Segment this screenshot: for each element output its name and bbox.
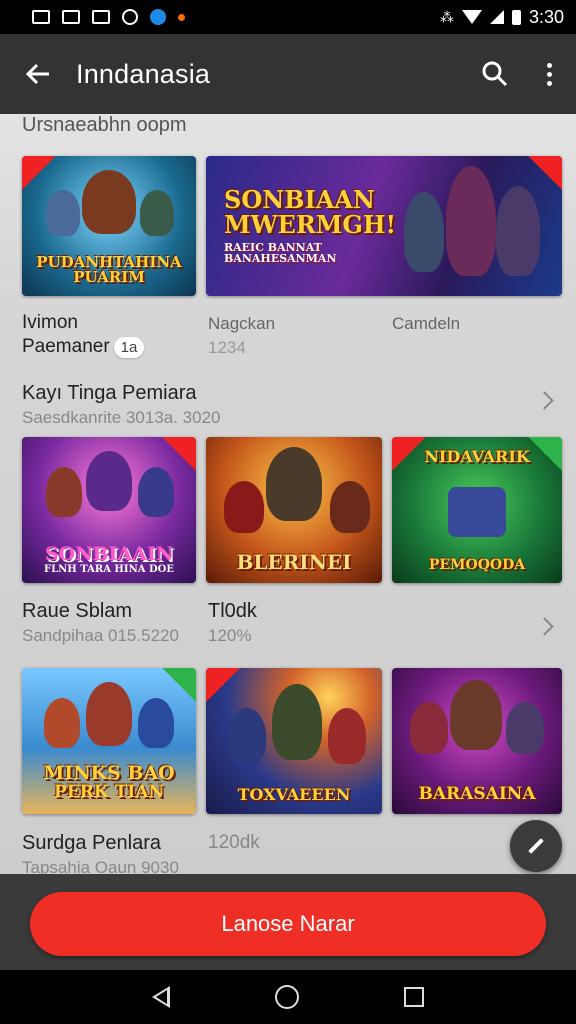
- status-bar: ⁂ 3:30: [0, 0, 576, 34]
- signal-icon: [489, 10, 504, 24]
- count-badge: 1a: [113, 337, 145, 358]
- game-tile-5[interactable]: NIDAVARIK PEMOQODA: [392, 437, 562, 583]
- more-vert-icon: [546, 62, 552, 86]
- chevron-right-icon[interactable]: [535, 391, 554, 410]
- primary-action-button[interactable]: Lanose Narar: [30, 892, 546, 956]
- sync-icon: [122, 9, 138, 25]
- game-tile-2[interactable]: SONBIAAN MWERMGH! RAEIC BANNAT BANAHESAN…: [206, 156, 562, 296]
- notification-icon: [32, 10, 50, 24]
- section-title: Kayı Tinga Pemiara: [22, 382, 197, 404]
- back-arrow-icon: [25, 63, 49, 85]
- tile-title: NIDAVARIK: [424, 447, 530, 466]
- tile-title: TOXVAEEEN: [237, 785, 351, 805]
- tile-subtitle: PERK TIAN: [54, 782, 164, 803]
- item-title: 120dk: [208, 832, 260, 853]
- tile-subtitle: FLNH TARA HINA DOE: [44, 563, 174, 575]
- item-subtitle: Sandpihaa 015.5220: [22, 626, 179, 645]
- game-tile-6[interactable]: MINKS BAO PERK TIAN: [22, 668, 196, 814]
- more-options-button[interactable]: [522, 34, 576, 114]
- game-tile-8[interactable]: BARASAINA: [392, 668, 562, 814]
- bottom-action-bar: Lanose Narar: [0, 874, 576, 970]
- game-tile-7[interactable]: TOXVAEEEN: [206, 668, 382, 814]
- pencil-icon: [528, 838, 544, 854]
- search-button[interactable]: [468, 34, 522, 114]
- page-title: Inndanasia: [76, 58, 211, 89]
- item-title: Tl0dk: [208, 600, 257, 622]
- nav-home-icon[interactable]: [274, 985, 299, 1009]
- nav-back-icon[interactable]: [152, 986, 171, 1008]
- game-tile-3[interactable]: SONBIAAIN FLNH TARA HINA DOE: [22, 437, 196, 583]
- tile-title: BLERINEI: [236, 550, 352, 574]
- edit-fab-button[interactable]: [510, 820, 562, 872]
- item-title: Nagckan: [208, 314, 276, 333]
- tile-title: PUDANHTAHINA PUARIM: [36, 252, 182, 287]
- chevron-right-icon[interactable]: [535, 617, 554, 636]
- section-subtitle: Saesdkanrite 3013a. 3020: [22, 408, 221, 427]
- back-button[interactable]: [0, 34, 76, 114]
- search-icon: [482, 61, 508, 87]
- item-title: Raue Sblam: [22, 600, 133, 622]
- game-tile-1[interactable]: PUDANHTAHINA PUARIM: [22, 156, 196, 296]
- vibrate-icon: ⁂: [439, 8, 454, 25]
- nav-recents-icon[interactable]: [403, 987, 424, 1007]
- item-subtitle: 1234: [208, 338, 246, 357]
- battery-icon: [511, 9, 521, 25]
- section-heading: Ursnaeabhn oopm: [22, 114, 187, 136]
- app-bar: Inndanasia: [0, 34, 576, 114]
- item-title: Ivimon: [22, 312, 78, 333]
- content-list[interactable]: Ursnaeabhn oopm PUDANHTAHINA PUARIM SONB…: [0, 114, 576, 874]
- wifi-icon: [461, 10, 482, 24]
- item-subtitle: 120%: [208, 626, 252, 645]
- tile-title: BARASAINA: [418, 784, 536, 805]
- system-nav-bar: [0, 970, 576, 1024]
- item-subtitle: Paemaner 1a: [22, 336, 145, 358]
- item-title: Surdga Penlara: [22, 832, 161, 854]
- item-subtitle: Tapsahia Oaun 9030: [22, 858, 179, 874]
- tile-subtitle: RAEIC BANNAT BANAHESANMAN: [224, 240, 337, 266]
- item-title: Camdeln: [392, 314, 461, 333]
- gallery-icon: [62, 10, 80, 24]
- notification-dot-icon: [178, 13, 185, 21]
- tile-title: MINKS BAO: [43, 762, 175, 785]
- messenger-icon: [150, 9, 166, 25]
- tile-title: SONBIAAN MWERMGH!: [224, 185, 397, 240]
- tile-title: SONBIAAIN: [44, 542, 174, 565]
- tile-subtitle: PEMOQODA: [428, 557, 526, 574]
- status-time: 3:30: [528, 6, 564, 27]
- app-notification-icon: [92, 10, 110, 24]
- game-tile-4[interactable]: BLERINEI: [206, 437, 382, 583]
